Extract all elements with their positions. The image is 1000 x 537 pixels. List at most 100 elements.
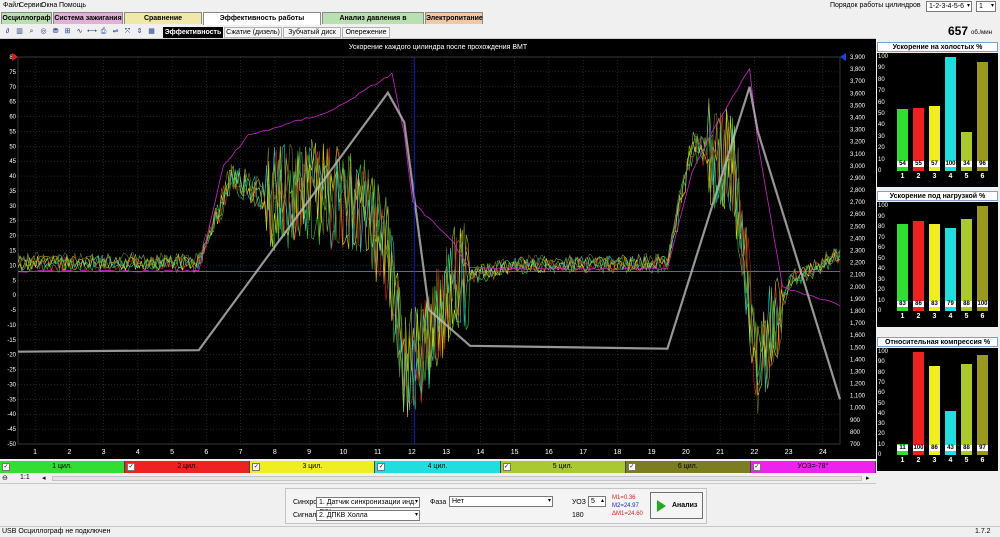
bar-y-tick: 50 (878, 400, 885, 407)
phase-label: Фаза (430, 499, 447, 506)
x-tick: 18 (613, 449, 621, 456)
cylinder-count-select[interactable]: 1 ▾ (976, 1, 996, 12)
y-tick-right: 3,200 (850, 140, 866, 146)
menu-help[interactable]: Помощь (59, 2, 86, 9)
y-tick-left: 15 (9, 249, 16, 255)
bar-category: 5 (964, 313, 969, 320)
cursor2-icon[interactable]: ⤧ (123, 27, 132, 36)
legend-checkbox[interactable]: ✓ (2, 463, 10, 471)
efficiency-chart[interactable]: 80757065605550454035302520151050-5-10-15… (0, 39, 876, 459)
bar-y-tick: 20 (878, 145, 885, 152)
rpm-value: 657 (948, 24, 969, 38)
uoz-stepper[interactable]: 5 ▴ (588, 496, 606, 507)
legend-checkbox[interactable]: ✓ (252, 463, 261, 471)
cursor-icon[interactable]: ◎ (39, 27, 48, 36)
y-tick-right: 2,200 (850, 261, 866, 267)
ruler-icon[interactable]: ⟷ (87, 27, 97, 36)
bar-y-tick: 30 (878, 133, 885, 140)
subtab-efficiency[interactable]: Эффективность (163, 27, 223, 38)
bar-category: 6 (980, 313, 985, 320)
x-tick: 20 (682, 449, 690, 456)
bar-category: 1 (900, 313, 905, 320)
menu-windows[interactable]: Окна (41, 2, 57, 9)
legend-checkbox[interactable]: ✓ (502, 463, 511, 471)
x-tick: 15 (511, 449, 519, 456)
y-tick-left: -10 (7, 323, 16, 329)
y-tick-right: 3,800 (850, 67, 866, 73)
bar-value-label: 43 (945, 445, 956, 451)
sync-icon[interactable]: ⇌ (111, 27, 120, 36)
y-tick-right: 3,100 (850, 152, 866, 158)
y-tick-right: 3,600 (850, 91, 866, 97)
wave-icon[interactable]: ∿ (75, 27, 84, 36)
print-icon[interactable]: ⎙ (99, 27, 108, 36)
y-tick-left: 55 (9, 129, 16, 135)
bar-y-tick: 60 (878, 245, 885, 251)
legend-item[interactable]: ✓ 4 цил. (375, 461, 501, 473)
menu-bar: Файл Сервис Окна Помощь Порядок работы ц… (0, 0, 1000, 12)
legend-checkbox[interactable]: ✓ (752, 463, 761, 471)
y-tick-right: 2,800 (850, 188, 866, 194)
bar-value-label: 86 (913, 301, 924, 307)
analyze-button[interactable]: Анализ (650, 492, 703, 519)
bar-y-tick: 0 (878, 452, 882, 458)
bar-chart: 100 90 80 70 60 50 40 30 20 10 0 11 1 100 2 86 3 43 4 88 5 97… (877, 348, 998, 471)
plot-title: Ускорение каждого цилиндра после прохожд… (348, 44, 528, 51)
menu-file[interactable]: Файл (3, 2, 20, 9)
horizontal-scrollbar[interactable] (52, 476, 862, 481)
signal-label: Сигнал: (293, 512, 319, 519)
status-bar: USB Осциллограф не подключен 1.7.2 (0, 526, 1000, 537)
bar-y-tick: 20 (878, 431, 885, 438)
legend-item[interactable]: ✓ 1 цил. (0, 461, 126, 473)
bar (913, 220, 924, 311)
bar-y-tick: 100 (878, 203, 889, 209)
x-tick: 5 (170, 449, 174, 456)
measure-icon[interactable]: ⊞ (63, 27, 72, 36)
subtab-toothed-disk[interactable]: Зубчатый диск (283, 27, 341, 38)
bar-y-tick: 10 (878, 297, 885, 304)
legend-checkbox[interactable]: ✓ (627, 463, 636, 471)
bar-category: 2 (916, 457, 921, 464)
y-tick-right: 3,400 (850, 115, 866, 121)
tab-pressure-analysis[interactable]: Анализ давления в цилиндре (322, 12, 424, 33)
tab-ignition[interactable]: Система зажигания (53, 12, 123, 24)
legend-checkbox[interactable]: ✓ (127, 463, 136, 471)
x-tick: 19 (648, 449, 656, 456)
legend-item[interactable]: ✓ 6 цил. (625, 461, 751, 473)
zoom-out-icon[interactable]: ⊖ (2, 474, 8, 482)
subtab-compression[interactable]: Сжатие (дизель) (224, 27, 282, 38)
scroll-left-icon[interactable]: ◂ (42, 474, 46, 482)
tab-oscilloscope[interactable]: Осциллограф (1, 12, 52, 24)
bar-panel-title: Относительная компрессия % (877, 337, 998, 347)
tab-cylinder-compare[interactable]: Сравнение цилиндров (124, 12, 202, 33)
sync-select[interactable]: 1. Датчик синхронизации инд. лин▾ (316, 497, 420, 515)
bar (945, 57, 956, 171)
menu-service[interactable]: Сервис (19, 2, 43, 9)
tab-power-supply[interactable]: Электропитание (425, 12, 483, 24)
y-tick-left: -25 (7, 368, 16, 374)
subtab-advance[interactable]: Опережение (342, 27, 390, 38)
scale-icon[interactable]: ⇕ (135, 27, 144, 36)
y-tick-left: 20 (9, 234, 16, 240)
phase-select[interactable]: Нет ▾ (449, 496, 553, 507)
layout-icon[interactable]: ▦ (147, 27, 156, 36)
legend-item[interactable]: ✓ УОЗ=-78° (750, 461, 876, 473)
legend-item[interactable]: ✓ 3 цил. (250, 461, 376, 473)
fft-icon[interactable]: ▥ (15, 27, 24, 36)
legend-item[interactable]: ✓ 5 цил. (500, 461, 626, 473)
tab-cylinder-efficiency[interactable]: Эффективность работы цилиндров (203, 12, 321, 33)
scroll-right-icon[interactable]: ▸ (866, 474, 870, 482)
cylinder-order-select[interactable]: 1-2-3-4-5-6 ▾ (926, 1, 972, 12)
bar-category: 6 (980, 173, 985, 180)
legend-item[interactable]: ✓ 2 цил. (125, 461, 251, 473)
dsp-icon[interactable]: ∂ (3, 27, 12, 36)
play-icon (657, 500, 666, 512)
y-tick-left: -20 (7, 353, 16, 359)
signal-select[interactable]: 2. ДПКВ Холла ▾ (316, 510, 420, 521)
bar-y-tick: 10 (878, 156, 885, 163)
bar-y-tick: 40 (878, 122, 885, 129)
filter-icon[interactable]: ⛃ (51, 27, 60, 36)
legend-checkbox[interactable]: ✓ (377, 463, 386, 471)
y-tick-left: -45 (7, 427, 16, 433)
zoom-icon[interactable]: ⌕ (27, 27, 36, 36)
